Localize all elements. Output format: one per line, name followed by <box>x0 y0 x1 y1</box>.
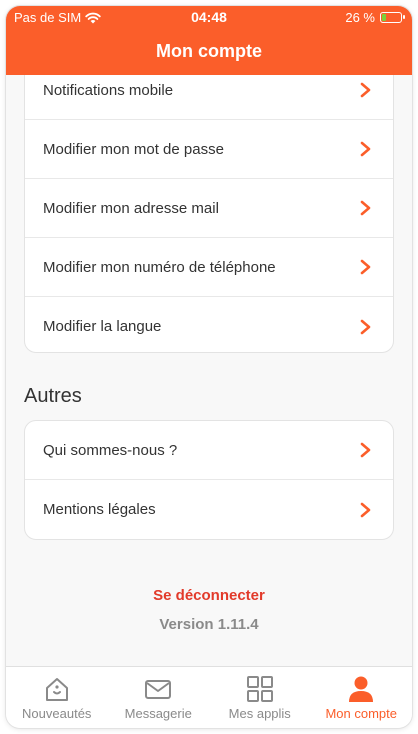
bottom-tab-bar: Nouveautés Messagerie Mes applis Mon com… <box>6 666 412 728</box>
mail-icon <box>145 680 172 699</box>
battery-percent: 26 % <box>345 10 375 25</box>
tab-nouveautes[interactable]: Nouveautés <box>6 667 108 728</box>
row-label: Modifier mon adresse mail <box>43 199 219 217</box>
others-card: Qui sommes-nous ? Mentions légales <box>24 420 394 540</box>
status-bar: Pas de SIM 04:48 26 % <box>6 6 412 28</box>
chevron-right-icon <box>360 200 371 216</box>
settings-row-phone[interactable]: Modifier mon numéro de téléphone <box>25 238 393 297</box>
version-label: Version 1.11.4 <box>159 616 259 633</box>
account-settings-card: Notifications mobile Modifier mon mot de… <box>24 75 394 353</box>
row-label: Modifier mon mot de passe <box>43 140 224 158</box>
settings-row-email[interactable]: Modifier mon adresse mail <box>25 179 393 238</box>
home-icon <box>45 678 68 701</box>
row-label: Modifier mon numéro de téléphone <box>43 258 276 276</box>
phone-screen: Pas de SIM 04:48 26 % Mon compte Notific… <box>6 6 412 728</box>
settings-row-language[interactable]: Modifier la langue <box>25 297 393 352</box>
row-label: Mentions légales <box>43 501 156 518</box>
row-label: Qui sommes-nous ? <box>43 441 178 459</box>
status-right: 26 % <box>345 10 405 25</box>
tab-messagerie[interactable]: Messagerie <box>108 667 210 728</box>
row-label: Notifications mobile <box>43 81 174 99</box>
row-label: Modifier la langue <box>43 318 162 335</box>
tab-label: Nouveautés <box>22 706 92 721</box>
logout-button[interactable]: Se déconnecter <box>6 587 412 604</box>
tab-label: Messagerie <box>124 706 192 721</box>
app-header: Pas de SIM 04:48 26 % Mon compte <box>6 6 412 75</box>
chevron-right-icon <box>360 141 371 157</box>
section-title-others: Autres <box>24 385 82 407</box>
settings-row-notifications[interactable]: Notifications mobile <box>25 75 393 120</box>
chevron-right-icon <box>360 502 371 517</box>
tab-label: Mon compte <box>325 706 398 721</box>
settings-content[interactable]: Notifications mobile Modifier mon mot de… <box>6 75 412 666</box>
tab-mon-compte[interactable]: Mon compte <box>311 667 413 728</box>
battery-level <box>382 14 387 21</box>
others-row-about[interactable]: Qui sommes-nous ? <box>25 421 393 480</box>
chevron-right-icon <box>360 82 371 98</box>
grid-icon <box>246 676 273 702</box>
chevron-right-icon <box>360 442 371 458</box>
battery-icon <box>380 12 405 23</box>
settings-row-password[interactable]: Modifier mon mot de passe <box>25 120 393 179</box>
others-row-legal[interactable]: Mentions légales <box>25 480 393 539</box>
tab-label: Mes applis <box>228 706 291 721</box>
chevron-right-icon <box>360 319 371 334</box>
user-icon <box>349 676 374 702</box>
chevron-right-icon <box>360 259 371 275</box>
tab-mes-applis[interactable]: Mes applis <box>209 667 311 728</box>
page-title: Mon compte <box>156 41 262 61</box>
